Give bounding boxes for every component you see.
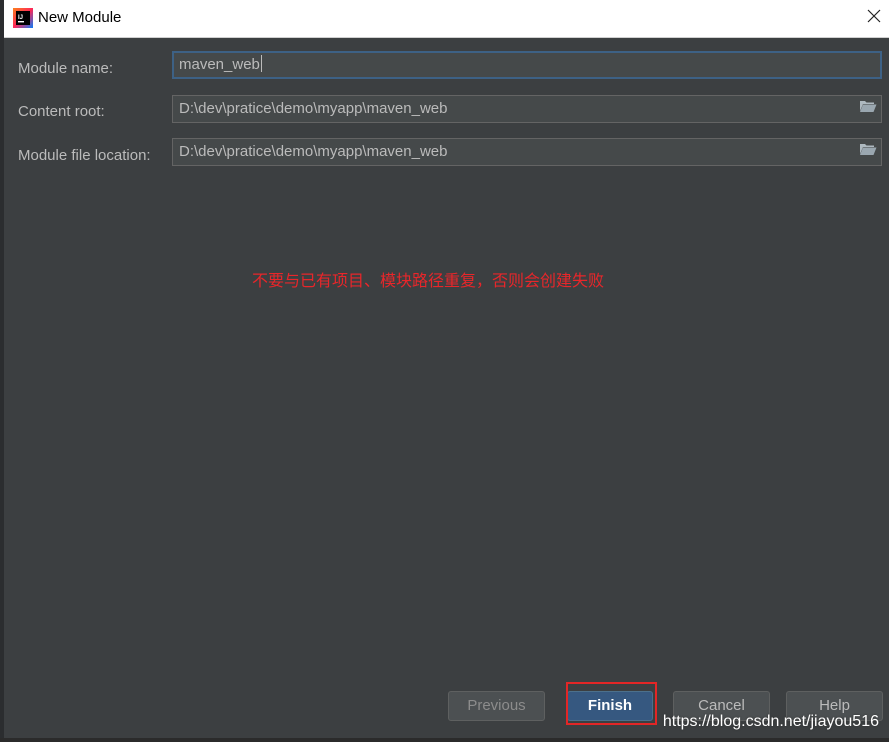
module-name-value: maven_web [179, 56, 260, 73]
content-root-label: Content root: [18, 103, 105, 120]
finish-button[interactable]: Finish [567, 691, 653, 721]
content-root-browse-button[interactable] [857, 99, 879, 119]
module-file-location-browse-button[interactable] [857, 142, 879, 162]
window-title: New Module [38, 9, 122, 26]
watermark: https://blog.csdn.net/jiayou516 [662, 713, 879, 730]
close-button[interactable] [861, 4, 887, 32]
module-name-label: Module name: [18, 60, 114, 77]
text-caret [260, 55, 262, 72]
module-file-location-label: Module file location: [18, 147, 151, 164]
module-file-location-value: D:\dev\pratice\demo\myapp\maven_web [179, 143, 448, 160]
svg-text:IJ: IJ [18, 15, 23, 21]
folder-open-icon [859, 139, 877, 165]
dialog-content: Module name: maven_web Content root: D:\… [4, 38, 889, 742]
folder-open-icon [859, 96, 877, 122]
bottom-edge [0, 738, 889, 742]
module-file-location-input[interactable]: D:\dev\pratice\demo\myapp\maven_web [172, 138, 882, 166]
title-bar: IJ New Module [4, 0, 889, 38]
close-icon [867, 9, 881, 28]
new-module-dialog: IJ New Module Module name: maven_web Con… [0, 0, 889, 742]
content-root-value: D:\dev\pratice\demo\myapp\maven_web [179, 100, 448, 117]
module-name-input[interactable]: maven_web [172, 51, 882, 79]
intellij-icon: IJ [13, 8, 33, 28]
content-root-input[interactable]: D:\dev\pratice\demo\myapp\maven_web [172, 95, 882, 123]
annotation-note: 不要与已有项目、模块路径重复，否则会创建失败 [252, 271, 605, 290]
previous-button[interactable]: Previous [448, 691, 545, 721]
